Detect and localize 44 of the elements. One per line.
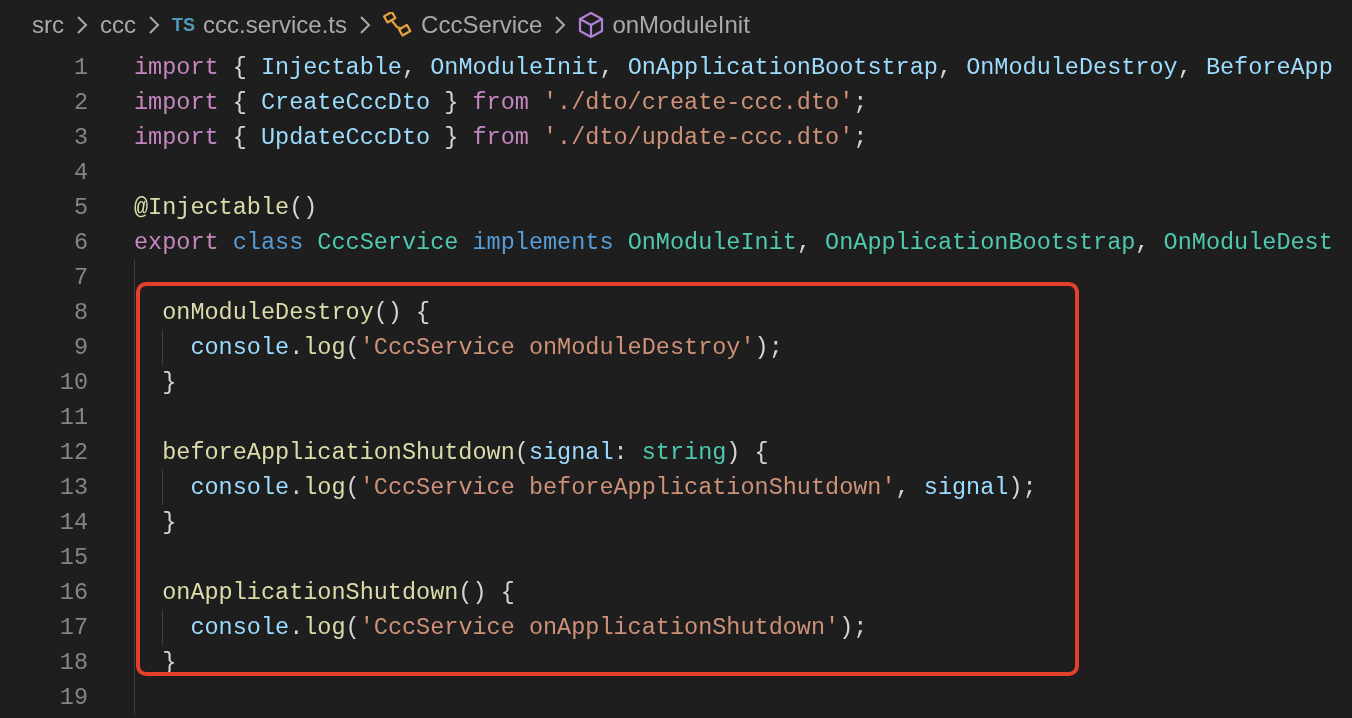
line-number: 4 — [72, 157, 88, 188]
code-line: } — [161, 507, 177, 538]
line-number: 5 — [72, 192, 88, 223]
line-number: 6 — [72, 227, 88, 258]
line-number: 17 — [58, 612, 88, 643]
line-number: 16 — [58, 577, 88, 608]
code-line: import { CreateCccDto } from './dto/create-ccc.dto'; — [134, 87, 868, 118]
line-number: 8 — [72, 297, 88, 328]
code-line: onModuleDestroy() { — [161, 297, 431, 328]
line-number: 1 — [72, 52, 88, 83]
breadcrumb-item[interactable]: CccService — [421, 7, 543, 43]
breadcrumb-item[interactable]: ccc — [100, 7, 136, 43]
line-number: 14 — [58, 507, 88, 538]
line-number: 15 — [58, 542, 88, 573]
chevron-icon — [359, 15, 372, 35]
code-line: import { Injectable, OnModuleInit, OnApplicationBootstrap, OnModuleDestroy, BeforeApp — [134, 52, 1333, 83]
line-number: 10 — [58, 367, 88, 398]
cube-icon — [578, 11, 605, 39]
code-line: } — [161, 367, 177, 398]
code-line: console.log('CccService onApplicationShutdown'); — [189, 612, 868, 643]
line-number: 18 — [58, 647, 88, 678]
code-line: export class CccService implements OnModuleInit, OnApplicationBootstrap, OnModuleDest — [134, 227, 1333, 258]
line-number: 11 — [58, 402, 88, 433]
line-number: 2 — [72, 87, 88, 118]
chevron-icon — [554, 15, 567, 35]
code-line: @Injectable() — [134, 192, 318, 223]
line-number: 3 — [72, 122, 88, 153]
file-type-label: TS — [172, 13, 195, 37]
chevron-icon — [76, 15, 88, 35]
class-icon — [383, 12, 414, 38]
line-number: 9 — [72, 332, 88, 363]
code-line: console.log('CccService onModuleDestroy'); — [189, 332, 783, 363]
breadcrumb-item[interactable]: ccc.service.ts — [203, 7, 348, 43]
code-line: console.log('CccService beforeApplicationShutdown', signal); — [189, 472, 1037, 503]
code-line: import { UpdateCccDto } from './dto/update-ccc.dto'; — [134, 122, 868, 153]
breadcrumb-item[interactable]: onModuleInit — [612, 7, 750, 43]
line-number: 19 — [58, 682, 88, 713]
code-line: beforeApplicationShutdown(signal: string) { — [161, 437, 769, 468]
line-number: 12 — [58, 437, 88, 468]
breadcrumb-item[interactable]: src — [32, 7, 64, 43]
chevron-icon — [148, 15, 160, 35]
line-number: 7 — [72, 262, 88, 293]
code-line: onApplicationShutdown() { — [161, 577, 515, 608]
line-number: 13 — [58, 472, 88, 503]
